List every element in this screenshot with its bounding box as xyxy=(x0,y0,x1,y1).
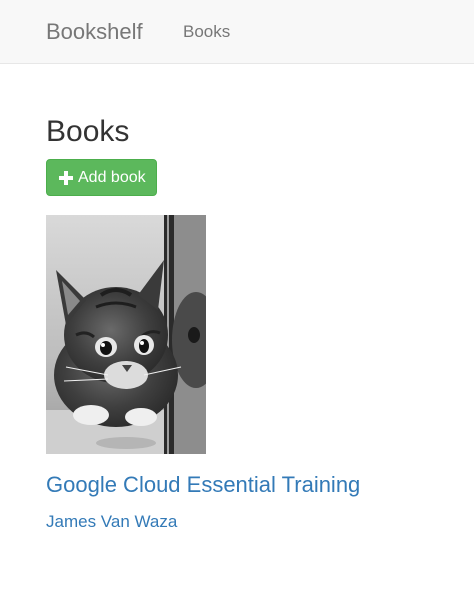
page-title: Books xyxy=(46,115,130,148)
brand-link[interactable]: Bookshelf xyxy=(46,19,143,45)
plus-icon xyxy=(59,170,73,185)
navbar: Bookshelf Books xyxy=(0,0,474,64)
nav-item-books[interactable]: Books xyxy=(183,22,230,42)
book-cover[interactable] xyxy=(46,215,206,454)
add-book-label: Add book xyxy=(78,168,146,186)
add-book-button[interactable]: Add book xyxy=(46,159,157,196)
book-author: James Van Waza xyxy=(46,512,178,531)
kitten-image xyxy=(46,215,206,454)
book-title-link[interactable]: Google Cloud Essential Training xyxy=(46,471,360,499)
